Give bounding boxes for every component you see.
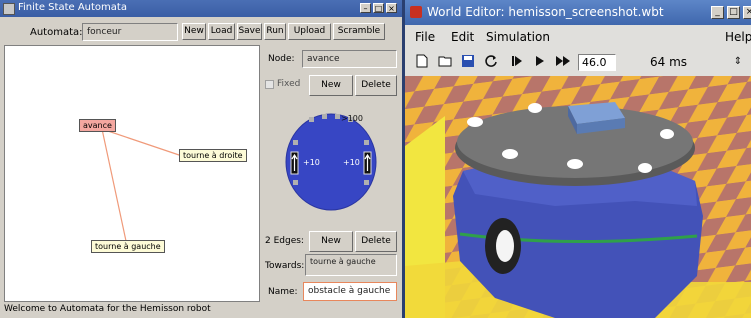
delete-edge-button[interactable]: Delete bbox=[355, 231, 397, 252]
right-motor-speed: +10 bbox=[343, 158, 360, 167]
menu-edit[interactable]: Edit bbox=[451, 30, 474, 44]
edges-count-label: 2 Edges: bbox=[265, 236, 304, 246]
app-menu-icon[interactable] bbox=[3, 3, 15, 15]
fsa-titlebar: Finite State Automata – □ × bbox=[0, 0, 402, 17]
new-automata-button[interactable]: New bbox=[182, 23, 206, 40]
stepper-icon[interactable]: ⇕ bbox=[731, 53, 745, 71]
transition-edges bbox=[101, 128, 183, 242]
simulation-scene bbox=[405, 76, 751, 318]
webots-logo-icon[interactable] bbox=[410, 6, 422, 18]
edge-avance-droite[interactable] bbox=[101, 128, 183, 157]
fsa-window: Finite State Automata – □ × Automata: fo… bbox=[0, 0, 402, 318]
revert-icon[interactable] bbox=[482, 53, 500, 71]
load-button[interactable]: Load bbox=[208, 23, 235, 40]
3d-viewport[interactable] bbox=[405, 76, 751, 318]
world-editor-titlebar: World Editor: hemisson_screenshot.wbt _ … bbox=[405, 0, 751, 25]
minimize-icon[interactable]: – bbox=[360, 3, 371, 13]
step-icon[interactable] bbox=[508, 53, 526, 71]
scramble-button[interactable]: Scramble bbox=[333, 23, 385, 40]
new-world-icon[interactable] bbox=[413, 53, 431, 71]
edge-name-label: Name: bbox=[268, 287, 298, 297]
edge-name-input[interactable]: obstacle à gauche bbox=[303, 282, 397, 301]
menu-help[interactable]: Help bbox=[725, 30, 751, 44]
open-world-icon[interactable] bbox=[436, 53, 454, 71]
world-editor-title: World Editor: hemisson_screenshot.wbt bbox=[427, 5, 664, 19]
minimize-icon[interactable]: _ bbox=[711, 6, 724, 19]
play-icon[interactable] bbox=[531, 53, 549, 71]
front-sensor-threshold: >100 bbox=[341, 114, 363, 123]
fast-forward-icon[interactable] bbox=[554, 53, 572, 71]
close-icon[interactable]: × bbox=[743, 6, 751, 19]
world-editor-window: World Editor: hemisson_screenshot.wbt _ … bbox=[405, 0, 751, 318]
robot-top-view bbox=[285, 113, 377, 211]
state-node-avance[interactable]: avance bbox=[79, 119, 116, 132]
towards-select[interactable]: tourne à gauche bbox=[305, 254, 397, 276]
node-name-field[interactable]: avance bbox=[302, 50, 397, 68]
status-bar: Welcome to Automata for the Hemisson rob… bbox=[4, 304, 211, 314]
simulation-time-field[interactable]: 46.0 bbox=[578, 54, 616, 71]
new-edge-button[interactable]: New bbox=[309, 231, 353, 252]
state-node-tourne-gauche[interactable]: tourne à gauche bbox=[91, 240, 165, 253]
save-world-icon[interactable] bbox=[459, 53, 477, 71]
menu-file[interactable]: File bbox=[415, 30, 435, 44]
left-motor-speed: +10 bbox=[303, 158, 320, 167]
node-label: Node: bbox=[268, 54, 295, 64]
towards-label: Towards: bbox=[265, 261, 305, 271]
simulation-toolbar: 46.0 64 ms ⇕ bbox=[405, 49, 751, 75]
maximize-icon[interactable]: □ bbox=[727, 6, 740, 19]
automata-canvas[interactable]: avance tourne à droite tourne à gauche bbox=[4, 45, 260, 302]
basic-time-step: 64 ms bbox=[650, 55, 688, 69]
fsa-window-title: Finite State Automata bbox=[18, 2, 127, 13]
automata-label: Automata: bbox=[30, 27, 83, 38]
upload-button[interactable]: Upload bbox=[288, 23, 331, 40]
close-icon[interactable]: × bbox=[386, 3, 397, 13]
run-button[interactable]: Run bbox=[264, 23, 286, 40]
menu-bar: File Edit Simulation Help bbox=[405, 27, 751, 47]
menu-simulation[interactable]: Simulation bbox=[486, 30, 550, 44]
delete-node-button[interactable]: Delete bbox=[355, 75, 397, 96]
robot-behaviour-diagram[interactable]: >100 +10 +10 bbox=[283, 112, 379, 212]
fixed-checkbox[interactable] bbox=[265, 80, 274, 89]
save-button[interactable]: Save bbox=[237, 23, 262, 40]
new-node-button[interactable]: New bbox=[309, 75, 353, 96]
maximize-icon[interactable]: □ bbox=[373, 3, 384, 13]
automata-name-field[interactable]: fonceur bbox=[82, 23, 178, 41]
edge-avance-gauche[interactable] bbox=[101, 128, 127, 242]
fixed-label: Fixed bbox=[277, 79, 301, 89]
state-node-tourne-droite[interactable]: tourne à droite bbox=[179, 149, 247, 162]
